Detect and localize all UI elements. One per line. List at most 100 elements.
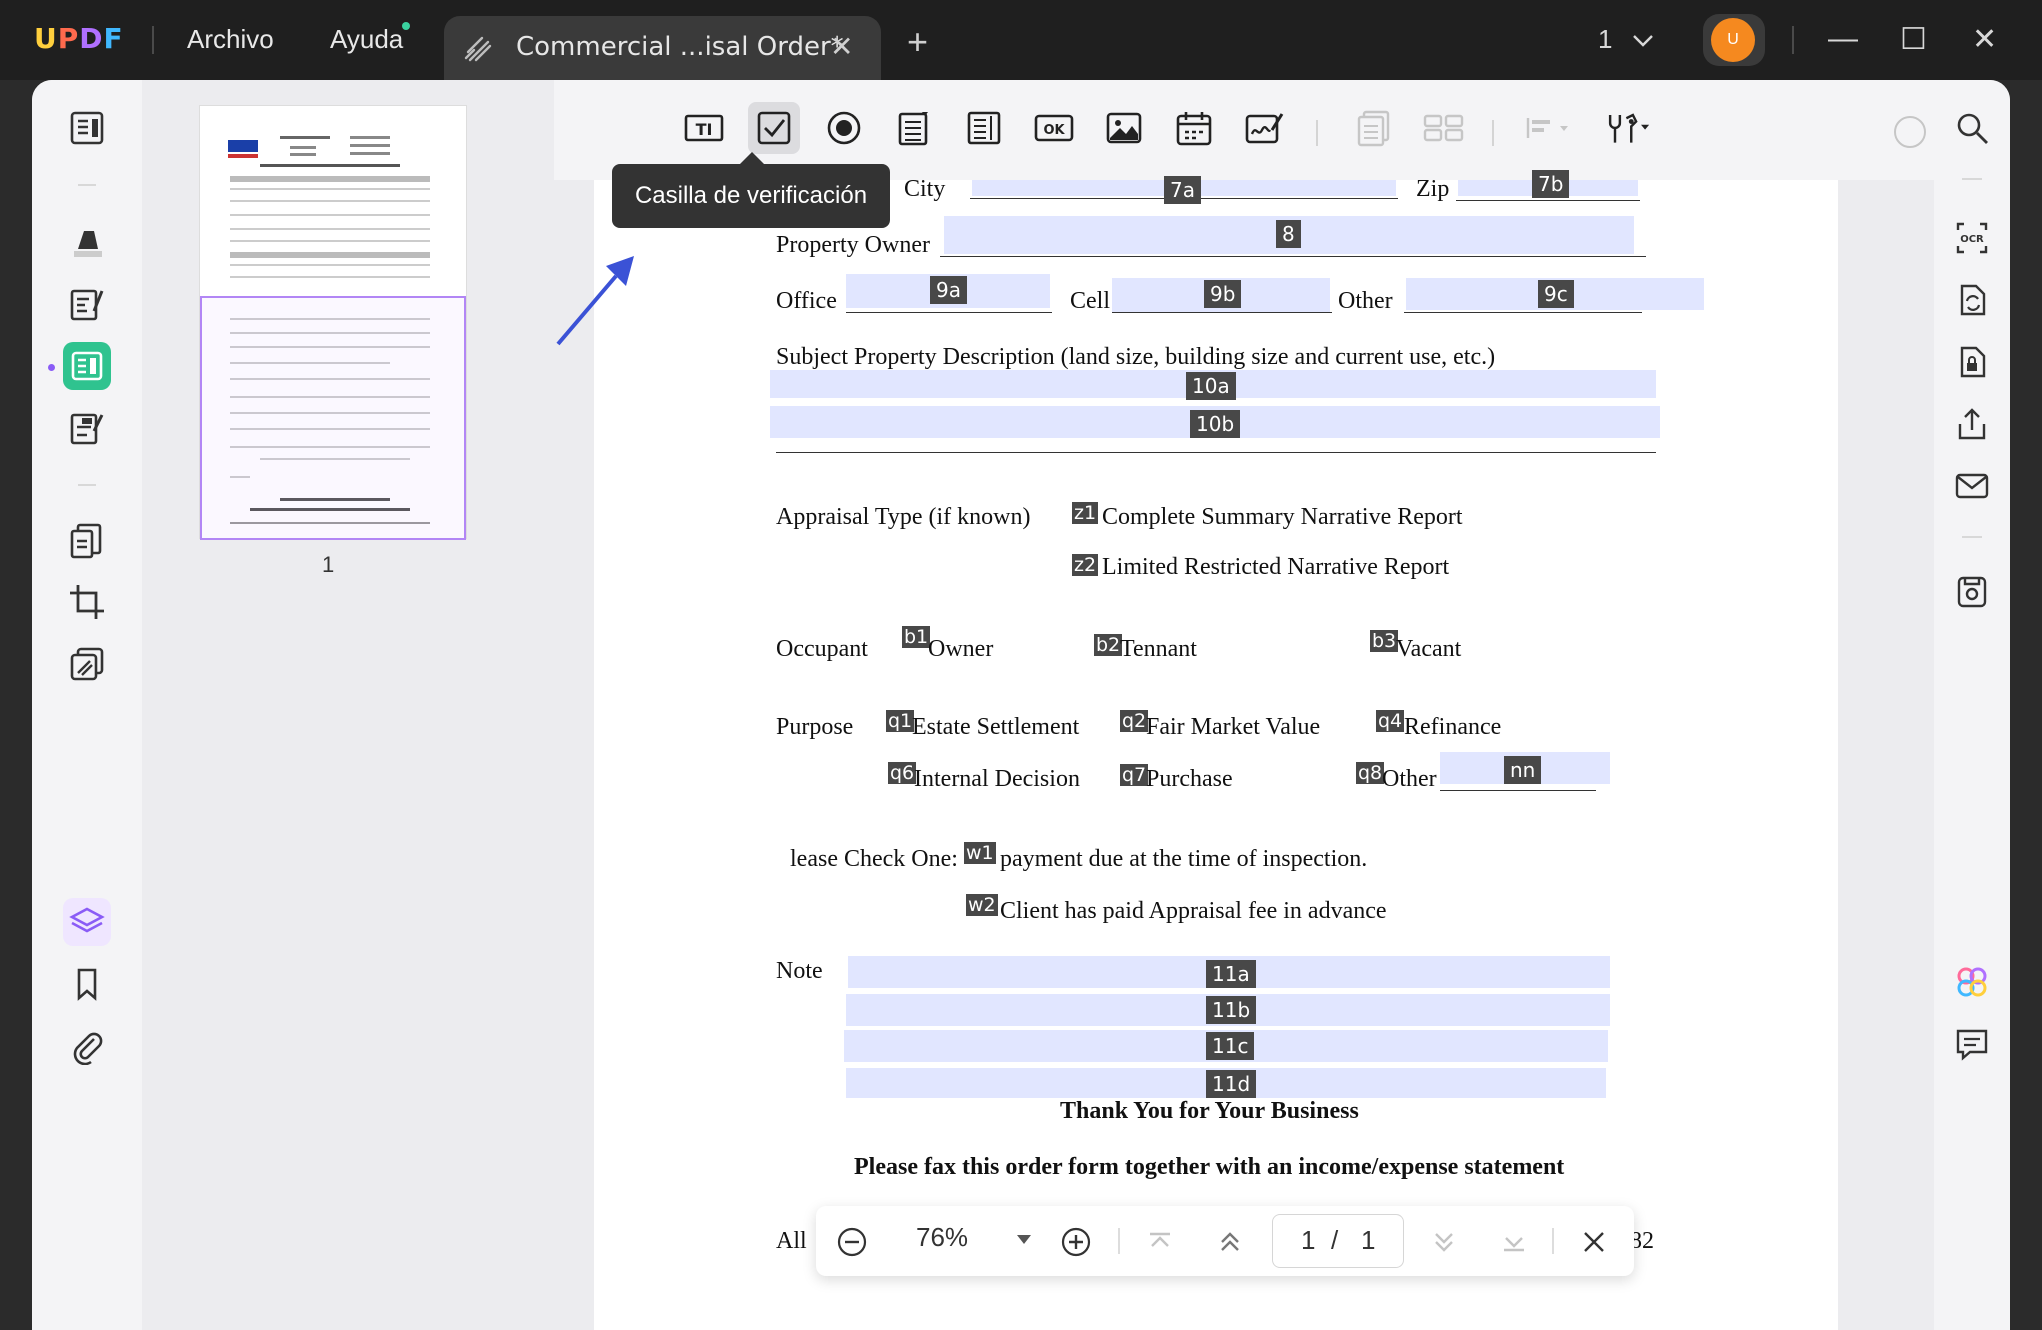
- thumbnail-page-number: 1: [322, 552, 335, 577]
- page-selector[interactable]: 1: [1598, 24, 1654, 55]
- dropdown-icon[interactable]: [888, 102, 940, 154]
- option-fair-market-value: Fair Market Value: [1146, 714, 1321, 740]
- checkbox-b1[interactable]: b1: [902, 626, 931, 648]
- checkbox-q4[interactable]: q4: [1376, 710, 1405, 732]
- highlighter-icon[interactable]: [63, 218, 111, 266]
- align-icon[interactable]: [1522, 102, 1574, 154]
- text-field-icon[interactable]: TI: [678, 102, 730, 154]
- tab-close-icon[interactable]: ✕: [830, 30, 853, 63]
- pointer-arrow-icon: [556, 256, 634, 346]
- checkbox-z1[interactable]: z1: [1072, 502, 1099, 524]
- attachment-icon[interactable]: [63, 1022, 111, 1070]
- line-cell: [1112, 312, 1332, 313]
- field-label-9a: 9a: [930, 276, 967, 304]
- comment-icon[interactable]: [1948, 1020, 1996, 1068]
- tab-title: Commercial ...isal Order*: [516, 32, 844, 62]
- field-label-11c: 11c: [1206, 1032, 1255, 1060]
- tooltip-arrow: [740, 152, 764, 164]
- form-tool-icon[interactable]: [63, 342, 111, 390]
- checkbox-q1[interactable]: q1: [886, 710, 915, 732]
- radio-button-icon[interactable]: [818, 102, 870, 154]
- ai-assistant-icon[interactable]: [1948, 958, 1996, 1006]
- next-page-icon[interactable]: [1430, 1228, 1458, 1256]
- zoom-in-icon[interactable]: [1060, 1226, 1092, 1258]
- edit-pdf-icon[interactable]: [63, 280, 111, 328]
- date-field-icon[interactable]: [1168, 102, 1220, 154]
- menu-archivo[interactable]: Archivo: [187, 24, 274, 55]
- first-page-icon[interactable]: [1146, 1228, 1174, 1256]
- bookmark-icon[interactable]: [63, 960, 111, 1008]
- ocr-icon[interactable]: OCR: [1948, 214, 1996, 262]
- checkbox-q7[interactable]: q7: [1120, 764, 1149, 786]
- field-label-8: 8: [1276, 220, 1301, 248]
- maximize-icon[interactable]: ☐: [1900, 22, 1927, 57]
- checkbox-tool-icon[interactable]: [748, 102, 800, 154]
- minimize-icon[interactable]: —: [1828, 22, 1858, 56]
- title-separator: [152, 26, 154, 54]
- avatar[interactable]: U: [1711, 18, 1755, 62]
- checkbox-w2[interactable]: w2: [966, 894, 998, 916]
- save-icon[interactable]: [1948, 568, 1996, 616]
- reader-icon[interactable]: [63, 104, 111, 152]
- duplicate-fields-icon[interactable]: [1348, 102, 1400, 154]
- convert-icon[interactable]: [1948, 276, 1996, 324]
- close-zoom-bar-icon[interactable]: [1580, 1228, 1608, 1256]
- close-window-icon[interactable]: ✕: [1972, 22, 1997, 57]
- option-other: Other: [1382, 766, 1437, 792]
- left-toolbar: [32, 80, 142, 1330]
- svg-text:OK: OK: [1043, 123, 1065, 138]
- option-vacant: Vacant: [1396, 636, 1462, 662]
- checkbox-q2[interactable]: q2: [1120, 710, 1149, 732]
- left-separator: [78, 184, 96, 186]
- crop-icon[interactable]: [63, 578, 111, 626]
- page-number-input[interactable]: 1 / 1: [1272, 1214, 1404, 1268]
- checkbox-q8[interactable]: q8: [1356, 762, 1385, 784]
- form-tools-icon[interactable]: [1602, 102, 1654, 154]
- email-icon[interactable]: [1948, 462, 1996, 510]
- current-page: 1: [1301, 1225, 1316, 1255]
- zoom-out-icon[interactable]: [836, 1226, 868, 1258]
- signature-field-icon[interactable]: [1238, 102, 1290, 154]
- layers-icon[interactable]: [63, 898, 111, 946]
- batch-icon[interactable]: [63, 640, 111, 688]
- new-tab-icon[interactable]: +: [907, 24, 928, 60]
- share-icon[interactable]: [1948, 400, 1996, 448]
- checkbox-z2[interactable]: z2: [1072, 554, 1099, 576]
- button-tool-icon[interactable]: OK: [1028, 102, 1080, 154]
- label-subject-description: Subject Property Description (land size,…: [776, 344, 1496, 370]
- label-zip: Zip: [1416, 176, 1450, 202]
- field-label-11a: 11a: [1206, 960, 1256, 988]
- menu-ayuda[interactable]: Ayuda: [330, 24, 403, 55]
- option-internal-decision: Internal Decision: [914, 766, 1080, 792]
- option-refinance: Refinance: [1404, 714, 1502, 740]
- checkbox-w1[interactable]: w1: [964, 842, 996, 864]
- svg-text:OCR: OCR: [1960, 234, 1984, 245]
- line-office: [846, 312, 1052, 313]
- toolbar-separator: [1316, 120, 1318, 146]
- fill-sign-icon[interactable]: [63, 404, 111, 452]
- toggle-icon[interactable]: [1894, 116, 1926, 148]
- search-icon[interactable]: [1948, 104, 1996, 152]
- organize-pages-icon[interactable]: [63, 516, 111, 564]
- zoom-dropdown-icon[interactable]: [1016, 1234, 1032, 1246]
- checkbox-b3[interactable]: b3: [1370, 630, 1399, 652]
- right-toolbar: OCR: [1934, 80, 2010, 1330]
- window-separator: [1792, 26, 1794, 54]
- protect-icon[interactable]: [1948, 338, 1996, 386]
- last-page-icon[interactable]: [1500, 1228, 1528, 1256]
- line-property-owner: [940, 256, 1646, 257]
- image-field-icon[interactable]: [1098, 102, 1150, 154]
- label-property-owner: Property Owner: [776, 232, 930, 258]
- zoom-level[interactable]: 76%: [916, 1222, 968, 1253]
- page-separator: /: [1331, 1225, 1339, 1255]
- list-box-icon[interactable]: [958, 102, 1010, 154]
- field-label-10b: 10b: [1190, 410, 1241, 438]
- field-label-10a: 10a: [1186, 372, 1236, 400]
- checkbox-q6[interactable]: q6: [888, 762, 917, 784]
- grid-fields-icon[interactable]: [1418, 102, 1470, 154]
- right-separator: [1962, 178, 1982, 180]
- previous-page-icon[interactable]: [1216, 1228, 1244, 1256]
- field-label-7b: 7b: [1532, 170, 1570, 198]
- option-estate-settlement: Estate Settlement: [912, 714, 1080, 740]
- checkbox-b2[interactable]: b2: [1094, 634, 1123, 656]
